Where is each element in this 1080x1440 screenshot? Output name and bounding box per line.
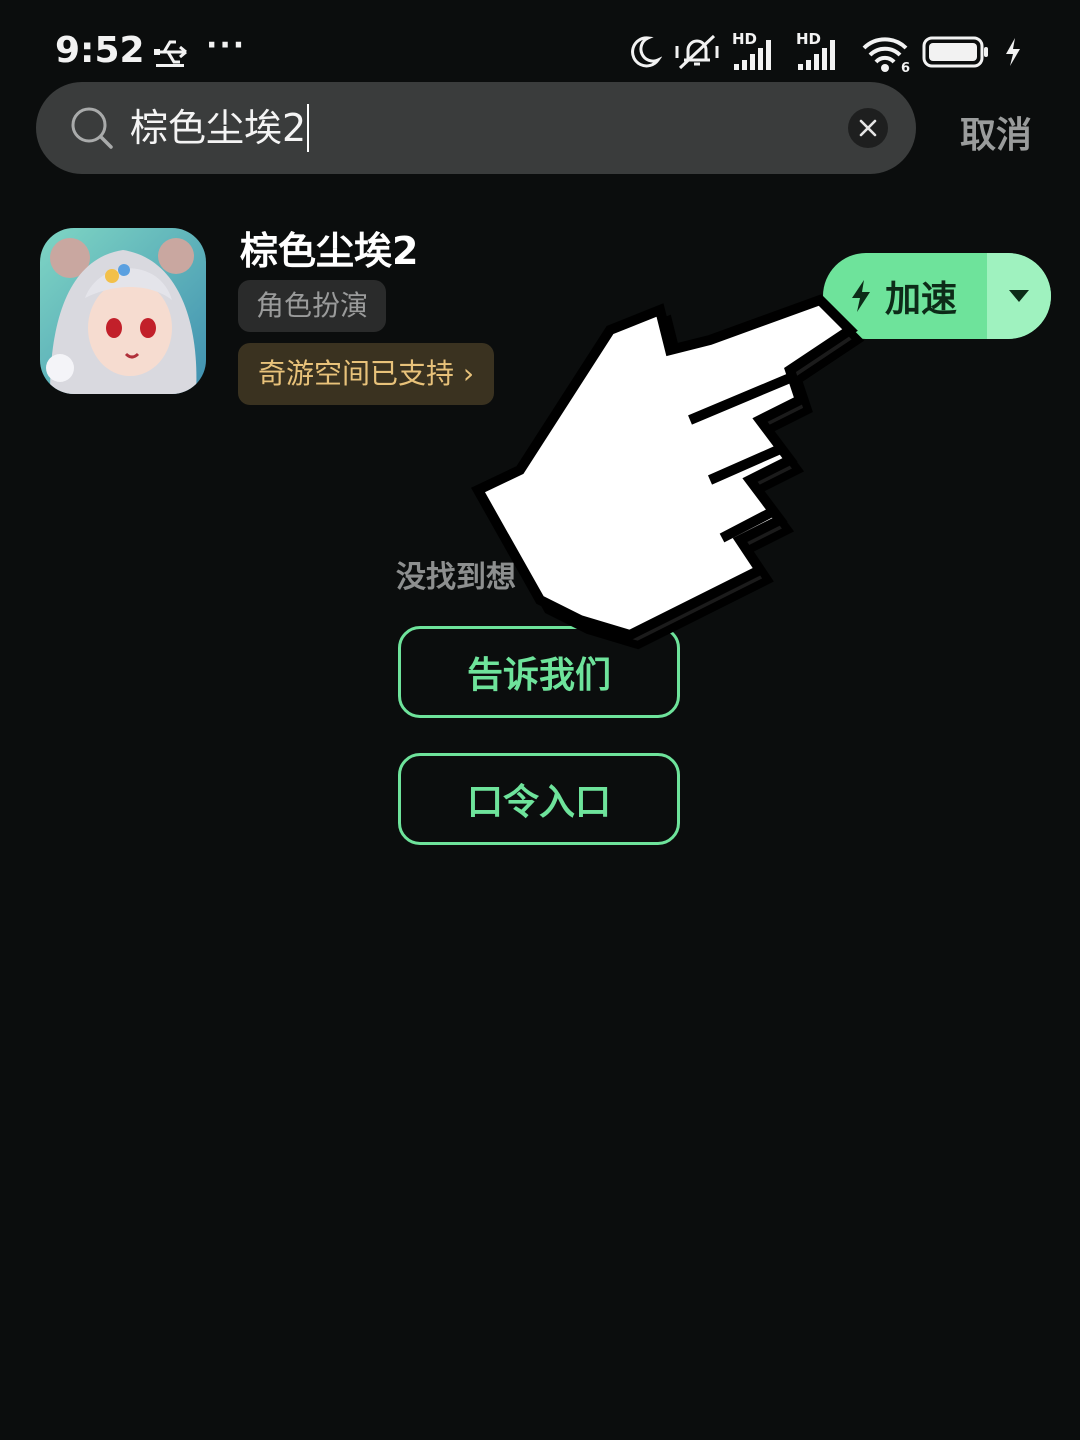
code-entry-button[interactable]: 口令入口 (398, 753, 680, 845)
status-icons: HD HD 6 (626, 30, 1022, 76)
clear-search-button[interactable] (848, 108, 888, 148)
charging-icon (1004, 37, 1022, 71)
more-dots: ··· (206, 28, 247, 63)
search-bar[interactable]: 棕色尘埃2 (36, 82, 916, 174)
moon-icon (626, 34, 663, 74)
game-title[interactable]: 棕色尘埃2 (240, 220, 418, 275)
genre-tag: 角色扮演 (238, 280, 387, 332)
support-link[interactable]: 奇游空间已支持 › (238, 343, 495, 405)
accelerate-dropdown[interactable] (987, 253, 1051, 339)
hd-signal-icon: HD (796, 30, 848, 74)
search-query: 棕色尘埃2 (130, 106, 307, 150)
hd-signal-icon: HD (732, 30, 784, 74)
close-icon (859, 119, 877, 137)
pointer-hand-icon (460, 290, 870, 650)
cancel-button[interactable]: 取消 (960, 106, 1032, 158)
status-time: 9:52 (55, 30, 145, 71)
wifi-icon: 6 (860, 34, 910, 76)
caret-down-icon (1009, 290, 1029, 302)
battery-icon (922, 35, 992, 73)
text-caret (307, 104, 310, 152)
search-input[interactable]: 棕色尘埃2 (130, 104, 310, 152)
search-icon (70, 106, 114, 154)
vibrate-silent-icon (674, 32, 720, 76)
wifi-label: 6 (900, 61, 910, 76)
usb-icon (152, 36, 192, 74)
status-bar: 9:52 ··· HD HD 6 (0, 0, 1080, 80)
game-icon[interactable] (40, 228, 206, 394)
accelerate-label: 加速 (885, 279, 958, 320)
